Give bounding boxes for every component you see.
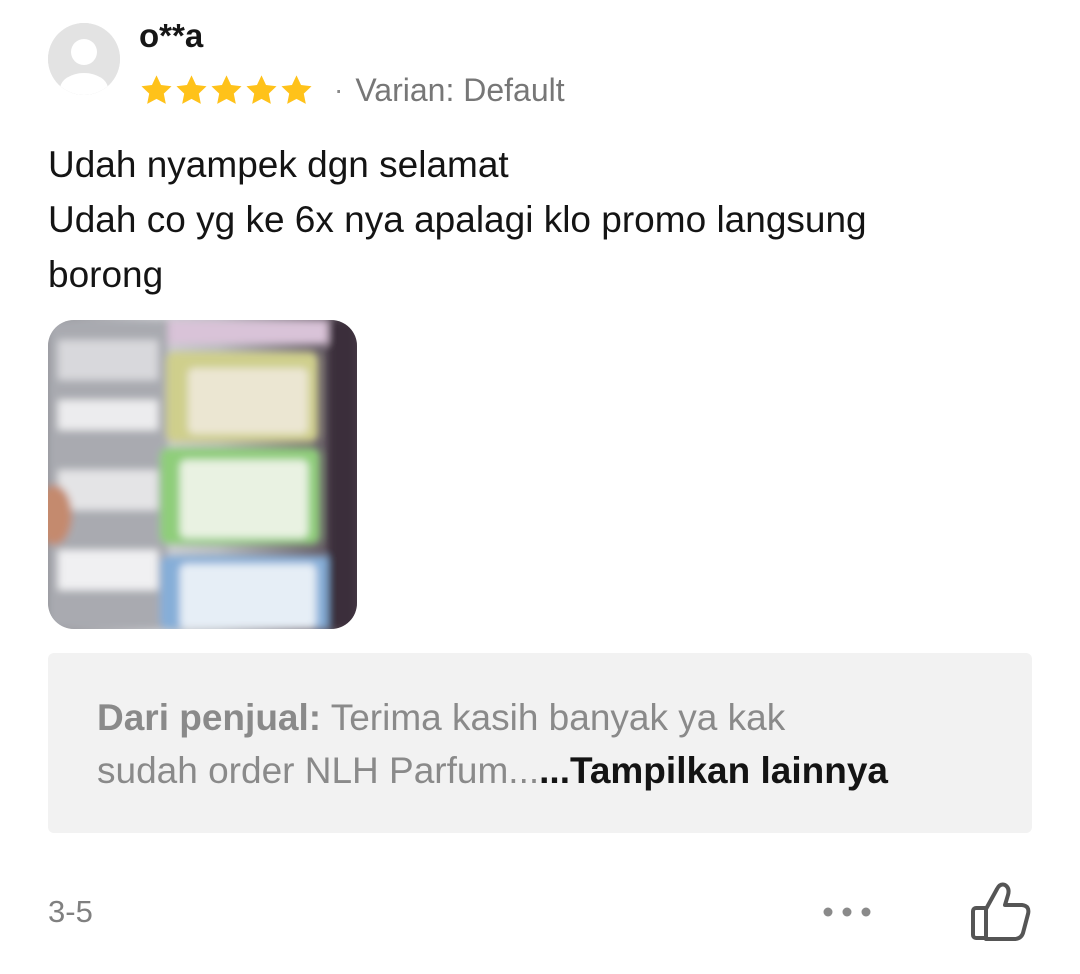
review-card: o**a · Varian: Default Udah nyampek dgn … — [0, 0, 1080, 974]
seller-reply: Dari penjual: Terima kasih banyak ya kak… — [48, 653, 1032, 833]
star-icon — [141, 74, 172, 104]
star-icon — [281, 74, 312, 104]
review-photo[interactable] — [48, 320, 357, 629]
star-icon — [246, 74, 277, 104]
review-photo-image — [48, 320, 357, 629]
star-icon — [211, 74, 242, 104]
variant-label: Varian: Default — [355, 72, 565, 108]
rating-row: · Varian: Default — [139, 68, 565, 112]
review-body-line: borong — [48, 254, 164, 295]
star-icon — [176, 74, 207, 104]
seller-reply-text: Dari penjual: Terima kasih banyak ya kak… — [97, 691, 997, 797]
seller-reply-body: Terima kasih banyak ya kak — [321, 697, 786, 738]
more-options-button[interactable] — [815, 890, 879, 934]
thumbs-up-icon — [971, 882, 1031, 941]
review-date: 3-5 — [48, 894, 93, 929]
seller-reply-label: Dari penjual: — [97, 697, 322, 738]
review-body-line: Udah co yg ke 6x nya apalagi klo promo l… — [48, 199, 867, 240]
star-rating — [139, 73, 314, 108]
user-avatar-icon — [48, 23, 120, 95]
review-body: Udah nyampek dgn selamat Udah co yg ke 6… — [48, 137, 1038, 302]
reviewer-username: o**a — [139, 17, 204, 54]
show-more-link[interactable]: ...Tampilkan lainnya — [539, 750, 888, 791]
more-horizontal-icon — [823, 907, 871, 917]
seller-reply-body-continued: sudah order NLH Parfum... — [97, 750, 540, 791]
user-avatar[interactable] — [48, 23, 120, 95]
like-button[interactable] — [966, 878, 1036, 944]
review-body-line: Udah nyampek dgn selamat — [48, 144, 509, 185]
separator-dot: · — [334, 74, 344, 105]
